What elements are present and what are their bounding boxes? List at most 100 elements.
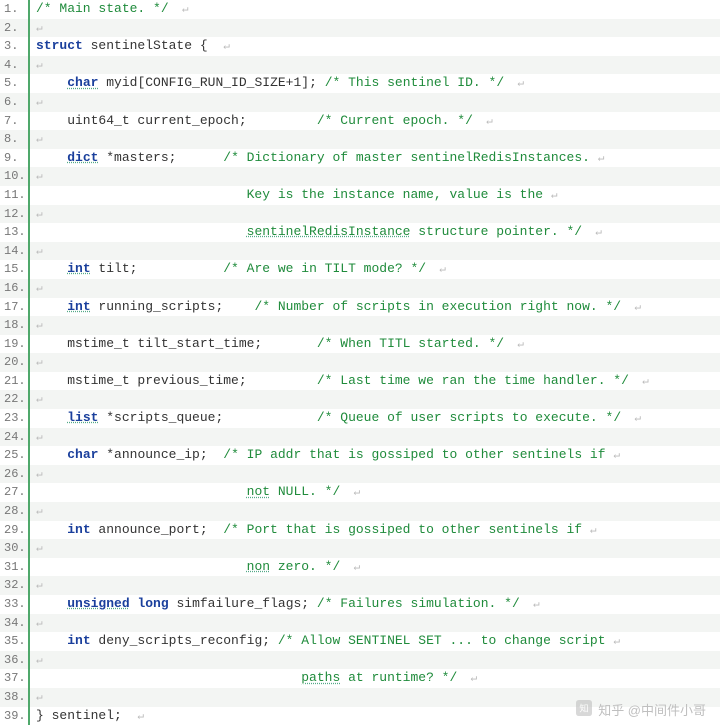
code-line: 35. int deny_scripts_reconfig; /* Allow …: [0, 632, 720, 651]
line-number: 30.: [0, 539, 30, 558]
token-nl: ↵: [551, 190, 558, 202]
token-pl: [36, 447, 67, 462]
line-number: 27.: [0, 483, 30, 502]
token-pl: [36, 633, 67, 648]
code-line: 28. ↵: [0, 502, 720, 521]
token-cm: [36, 484, 247, 499]
token-nl: ↵: [36, 506, 43, 518]
line-content: ↵: [30, 539, 720, 559]
token-pl: [36, 596, 67, 611]
line-content: char myid[CONFIG_RUN_ID_SIZE+1]; /* This…: [30, 74, 720, 94]
line-number: 3.: [0, 37, 30, 56]
token-pl: tilt;: [91, 261, 224, 276]
code-line: 30.↵: [0, 539, 720, 558]
token-pl: [36, 522, 67, 537]
line-number: 22.: [0, 390, 30, 409]
token-pl: } sentinel;: [36, 708, 137, 723]
line-number: 14.: [0, 242, 30, 261]
line-content: non zero. */ ↵: [30, 558, 720, 578]
token-pl: [36, 150, 67, 165]
line-number: 20.: [0, 353, 30, 372]
code-line: 38.↵: [0, 688, 720, 707]
code-line: 26.↵: [0, 465, 720, 484]
token-cm: Key is the instance name, value is the: [36, 187, 551, 202]
token-cm: /* IP addr that is gossiped to other sen…: [223, 447, 613, 462]
token-nl: ↵: [340, 562, 360, 574]
token-nl: ↵: [36, 23, 43, 35]
line-number: 5.: [0, 74, 30, 93]
code-line: 14. ↵: [0, 242, 720, 261]
code-line: 33. unsigned long simfailure_flags; /* F…: [0, 595, 720, 614]
code-line: 25. char *announce_ip; /* IP addr that i…: [0, 446, 720, 465]
token-pl: announce_port;: [91, 522, 224, 537]
line-number: 39.: [0, 707, 30, 726]
token-nl: ↵: [473, 116, 493, 128]
line-content: mstime_t previous_time; /* Last time we …: [30, 372, 720, 392]
line-content: ↵: [30, 242, 720, 262]
code-line: 31. non zero. */ ↵: [0, 558, 720, 577]
token-cm: /* Current epoch. */: [317, 113, 473, 128]
line-content: struct sentinelState { ↵: [30, 37, 720, 57]
line-content: int announce_port; /* Port that is gossi…: [30, 521, 720, 541]
line-content: ↵: [30, 56, 720, 76]
line-content: /* Main state. */ ↵: [30, 0, 720, 20]
code-line: 3.struct sentinelState { ↵: [0, 37, 720, 56]
token-cm: [36, 670, 301, 685]
line-number: 33.: [0, 595, 30, 614]
token-pl: sentinelState {: [83, 38, 223, 53]
line-number: 23.: [0, 409, 30, 428]
token-ty: dict: [67, 150, 98, 165]
token-cm: [36, 559, 247, 574]
token-cm: /* Port that is gossiped to other sentin…: [223, 522, 590, 537]
line-content: ↵: [30, 688, 720, 708]
token-nl: ↵: [36, 209, 43, 221]
line-number: 26.: [0, 465, 30, 484]
line-number: 15.: [0, 260, 30, 279]
token-pl: deny_scripts_reconfig;: [91, 633, 278, 648]
token-kw: struct: [36, 38, 83, 53]
token-pl: [36, 261, 67, 276]
code-line: 1./* Main state. */ ↵: [0, 0, 720, 19]
line-content: int running_scripts; /* Number of script…: [30, 298, 720, 318]
token-ul: non: [247, 559, 270, 574]
token-cm: /* Failures simulation. */: [317, 596, 520, 611]
line-number: 34.: [0, 614, 30, 633]
line-number: 24.: [0, 428, 30, 447]
line-number: 13.: [0, 223, 30, 242]
token-cm: zero. */: [270, 559, 340, 574]
code-line: 24.↵: [0, 428, 720, 447]
code-line: 4.↵: [0, 56, 720, 75]
token-nl: ↵: [36, 580, 43, 592]
line-content: ↵: [30, 614, 720, 634]
token-nl: ↵: [340, 487, 360, 499]
token-pl: [36, 299, 67, 314]
token-nl: ↵: [36, 655, 43, 667]
code-line: 18.↵: [0, 316, 720, 335]
line-number: 6.: [0, 93, 30, 112]
token-ty: list: [67, 410, 98, 425]
line-content: ↵: [30, 390, 720, 410]
code-line: 23. list *scripts_queue; /* Queue of use…: [0, 409, 720, 428]
line-content: list *scripts_queue; /* Queue of user sc…: [30, 409, 720, 429]
line-number: 7.: [0, 112, 30, 131]
line-number: 4.: [0, 56, 30, 75]
token-nl: ↵: [426, 264, 446, 276]
token-nl: ↵: [613, 636, 620, 648]
line-content: ↵: [30, 353, 720, 373]
token-nl: ↵: [36, 246, 43, 258]
code-line: 9. dict *masters; /* Dictionary of maste…: [0, 149, 720, 168]
token-pl: *scripts_queue;: [98, 410, 316, 425]
code-line: 7. uint64_t current_epoch; /* Current ep…: [0, 112, 720, 131]
line-number: 12.: [0, 205, 30, 224]
token-ul: not: [247, 484, 270, 499]
code-line: 36.↵: [0, 651, 720, 670]
code-line: 13. sentinelRedisInstance structure poin…: [0, 223, 720, 242]
line-number: 16.: [0, 279, 30, 298]
token-nl: ↵: [36, 618, 43, 630]
line-content: sentinelRedisInstance structure pointer.…: [30, 223, 720, 243]
token-cm: /* Allow SENTINEL SET ... to change scri…: [278, 633, 613, 648]
line-number: 32.: [0, 576, 30, 595]
code-line: 37. paths at runtime? */ ↵: [0, 669, 720, 688]
token-cm: NULL. */: [270, 484, 340, 499]
line-number: 28.: [0, 502, 30, 521]
